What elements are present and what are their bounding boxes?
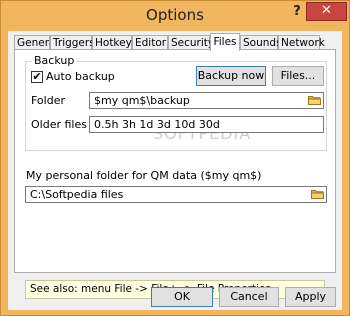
- backup-folder-input[interactable]: $my qm$\backup: [89, 92, 324, 109]
- backup-group: Backup ✔ Auto backup Backup now Files...…: [25, 54, 327, 151]
- folder-icon[interactable]: [308, 95, 321, 105]
- folder-icon[interactable]: [311, 189, 324, 199]
- tab-network[interactable]: Network: [278, 35, 325, 50]
- cancel-button[interactable]: Cancel: [219, 287, 279, 307]
- backup-folder-value: $my qm$\backup: [94, 94, 190, 107]
- tab-general[interactable]: General: [14, 35, 58, 50]
- personal-folder-label: My personal folder for QM data ($my qm$): [26, 169, 262, 182]
- tab-security[interactable]: Security: [168, 35, 214, 50]
- files-panel: SOFTPEDIA Backup ✔ Auto backup Backup no…: [14, 49, 336, 299]
- help-button[interactable]: ?: [287, 3, 307, 21]
- folder-label: Folder: [31, 94, 65, 107]
- options-window: Options ? ✕ General Triggers Hotkeys Edi…: [0, 0, 350, 316]
- backup-group-label: Backup: [32, 54, 77, 67]
- tab-editor[interactable]: Editor: [132, 35, 168, 50]
- apply-button[interactable]: Apply: [285, 287, 336, 307]
- files-button[interactable]: Files...: [272, 66, 324, 86]
- personal-folder-value: C:\Softpedia files: [30, 188, 124, 201]
- tab-triggers[interactable]: Triggers: [50, 35, 95, 50]
- close-button[interactable]: ✕: [306, 2, 347, 21]
- ok-button[interactable]: OK: [151, 287, 213, 307]
- older-files-label: Older files: [31, 118, 87, 131]
- personal-folder-input[interactable]: C:\Softpedia files: [25, 186, 327, 203]
- title-bar[interactable]: Options ? ✕: [1, 1, 349, 31]
- auto-backup-label: Auto backup: [46, 70, 115, 83]
- tab-hotkeys[interactable]: Hotkeys: [92, 35, 137, 50]
- backup-now-button[interactable]: Backup now: [196, 66, 266, 86]
- dialog-client: General Triggers Hotkeys Editor Security…: [8, 31, 342, 310]
- tab-sounds[interactable]: Sounds: [240, 35, 282, 50]
- tab-files[interactable]: Files: [210, 33, 240, 51]
- auto-backup-checkbox[interactable]: ✔: [31, 71, 43, 83]
- older-files-input[interactable]: 0.5h 3h 1d 3d 10d 30d: [89, 116, 324, 133]
